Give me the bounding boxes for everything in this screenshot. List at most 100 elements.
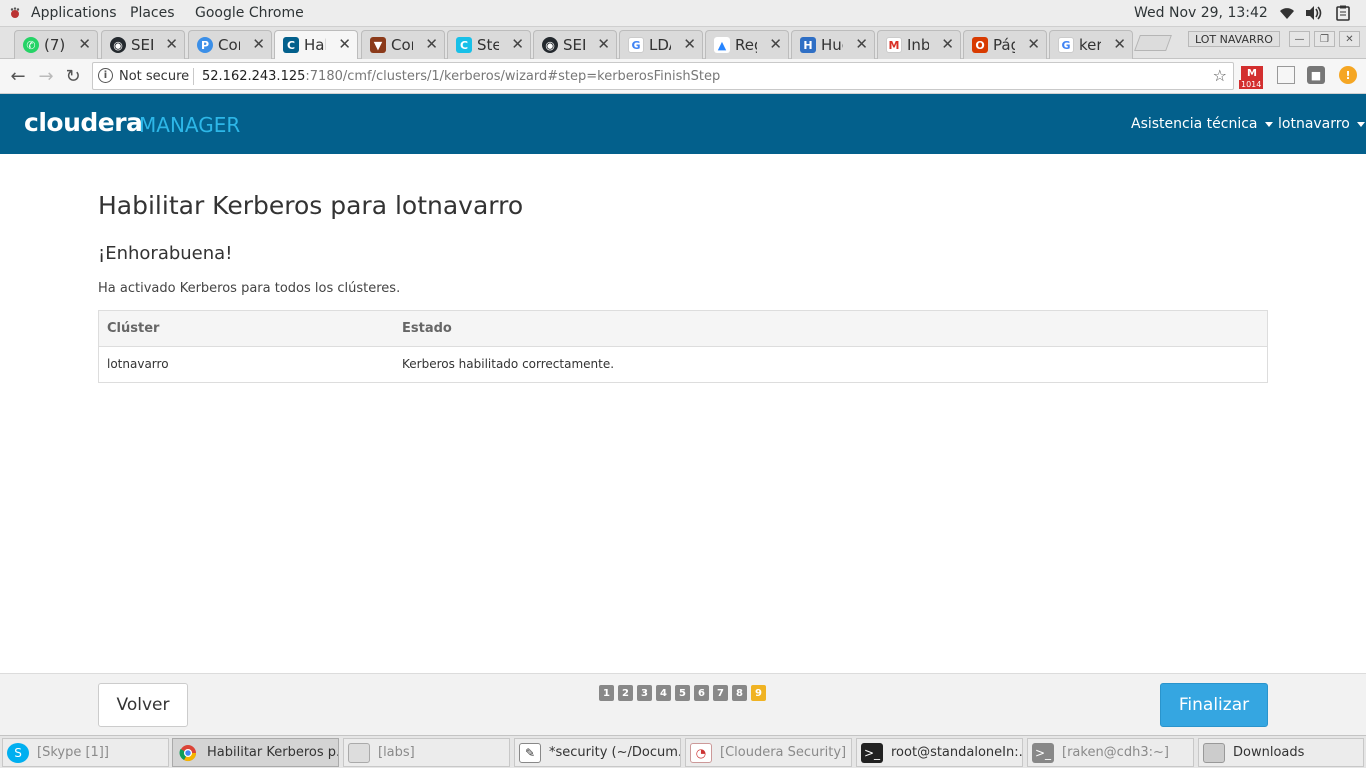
tab-github[interactable]: ◉ SEB ✕: [101, 30, 185, 59]
tab-lda[interactable]: G LDA ✕: [619, 30, 703, 59]
taskbar-item-text-editor[interactable]: ✎ *security (~/Docum...: [514, 738, 681, 767]
tab-github-2[interactable]: ◉ SEB ✕: [533, 30, 617, 59]
close-tab-icon[interactable]: ✕: [78, 35, 91, 53]
column-header-status: Estado: [402, 321, 452, 336]
tab-step[interactable]: C Step ✕: [447, 30, 531, 59]
tab-inbox[interactable]: M Inbo ✕: [877, 30, 961, 59]
status-cell: Kerberos habilitado correctamente.: [402, 357, 615, 371]
close-tab-icon[interactable]: ✕: [165, 35, 178, 53]
step-3[interactable]: 3: [637, 685, 652, 701]
browser-icon: P: [197, 37, 213, 53]
step-6[interactable]: 6: [694, 685, 709, 701]
close-tab-icon[interactable]: ✕: [1113, 35, 1126, 53]
address-bar[interactable]: i Not secure 52.162.243.125:7180/cmf/clu…: [92, 62, 1234, 90]
address-separator: [193, 68, 194, 85]
close-tab-icon[interactable]: ✕: [252, 35, 265, 53]
taskbar-item-cloudera-security[interactable]: ◔ [Cloudera Security]: [685, 738, 852, 767]
close-tab-icon[interactable]: ✕: [425, 35, 438, 53]
reload-icon[interactable]: ↻: [62, 65, 84, 87]
security-status[interactable]: Not secure: [119, 69, 189, 84]
window-icon: [348, 742, 370, 763]
extension-box-icon[interactable]: ■: [1307, 66, 1325, 84]
tab-hue[interactable]: H Hue ✕: [791, 30, 875, 59]
chevron-down-icon: [1356, 121, 1365, 127]
step-2[interactable]: 2: [618, 685, 633, 701]
taskbar-item-label: Habilitar Kerberos p...: [207, 745, 339, 760]
gnome-foot-icon: [9, 7, 21, 19]
user-menu[interactable]: lotnavarro: [1278, 116, 1365, 132]
tab-title: Pág: [993, 36, 1015, 54]
info-icon[interactable]: i: [98, 68, 113, 83]
close-tab-icon[interactable]: ✕: [855, 35, 868, 53]
profile-button[interactable]: LOT NAVARRO: [1188, 31, 1280, 47]
office-icon: O: [972, 37, 988, 53]
tab-pagina[interactable]: O Pág ✕: [963, 30, 1047, 59]
close-tab-icon[interactable]: ✕: [1027, 35, 1040, 53]
tab-reg[interactable]: ▲ Reg ✕: [705, 30, 789, 59]
close-tab-icon[interactable]: ✕: [941, 35, 954, 53]
wifi-icon[interactable]: [1277, 4, 1297, 22]
close-tab-icon[interactable]: ✕: [597, 35, 610, 53]
alert-icon[interactable]: !: [1339, 66, 1357, 84]
close-tab-icon[interactable]: ✕: [769, 35, 782, 53]
finish-button[interactable]: Finalizar: [1160, 683, 1268, 727]
taskbar-item-terminal-root[interactable]: >_ root@standaloneIn:...: [856, 738, 1023, 767]
taskbar-item-label: *security (~/Docum...: [549, 745, 681, 760]
brave-icon: ▼: [370, 37, 386, 53]
user-menu-label: lotnavarro: [1278, 116, 1350, 132]
back-button[interactable]: Volver: [98, 683, 188, 727]
back-arrow-icon[interactable]: ←: [7, 65, 29, 87]
gmail-notifier-icon[interactable]: M: [1241, 66, 1263, 80]
window-list-taskbar: S [Skype [1]] Habilitar Kerberos p... [l…: [0, 735, 1366, 768]
atlassian-icon: ▲: [714, 37, 730, 53]
step-7[interactable]: 7: [713, 685, 728, 701]
step-1[interactable]: 1: [599, 685, 614, 701]
url-path: :7180/cmf/clusters/1/kerberos/wizard#ste…: [305, 69, 721, 84]
column-header-cluster: Clúster: [107, 321, 160, 336]
maximize-window-icon[interactable]: ❐: [1314, 31, 1335, 47]
new-tab-button[interactable]: [1134, 35, 1172, 51]
tab-whatsapp[interactable]: ✆ (7) W ✕: [14, 30, 98, 59]
close-window-icon[interactable]: ✕: [1339, 31, 1360, 47]
step-5[interactable]: 5: [675, 685, 690, 701]
clock[interactable]: Wed Nov 29, 13:42: [1134, 5, 1268, 21]
google-chrome-menu[interactable]: Google Chrome: [195, 5, 304, 21]
bookmark-star-icon[interactable]: ☆: [1213, 66, 1227, 85]
manager-logo-text[interactable]: MANAGER: [139, 113, 240, 137]
minimize-window-icon[interactable]: —: [1289, 31, 1310, 47]
taskbar-item-downloads[interactable]: Downloads: [1198, 738, 1364, 767]
close-tab-icon[interactable]: ✕: [683, 35, 696, 53]
cloudera-logo[interactable]: cloudera: [24, 108, 143, 137]
tab-copy-icon[interactable]: [1277, 66, 1295, 84]
step-8[interactable]: 8: [732, 685, 747, 701]
terminal-icon: >_: [1032, 742, 1054, 763]
taskbar-item-labs[interactable]: [labs]: [343, 738, 510, 767]
notification-count-badge: 1014: [1239, 80, 1264, 89]
url-host: 52.162.243.125: [202, 69, 306, 84]
tab-title: Step: [477, 36, 499, 54]
applications-menu[interactable]: Applications: [31, 5, 117, 21]
gmail-icon: M: [886, 37, 902, 53]
clipboard-icon[interactable]: [1333, 4, 1353, 22]
cluster-name-cell: lotnavarro: [107, 357, 169, 371]
tab-con-2[interactable]: ▼ Con ✕: [361, 30, 445, 59]
close-tab-icon[interactable]: ✕: [511, 35, 524, 53]
wizard-footer: Volver 1 2 3 4 5 6 7 8 9 Finalizar: [0, 673, 1366, 735]
close-tab-icon[interactable]: ✕: [338, 35, 351, 53]
github-icon: ◉: [110, 37, 126, 53]
places-menu[interactable]: Places: [130, 5, 175, 21]
tab-kerb[interactable]: G kerb ✕: [1049, 30, 1133, 59]
taskbar-item-terminal-raken[interactable]: >_ [raken@cdh3:~]: [1027, 738, 1194, 767]
tab-con[interactable]: P Con ✕: [188, 30, 272, 59]
taskbar-item-label: [labs]: [378, 745, 415, 760]
step-4[interactable]: 4: [656, 685, 671, 701]
tab-habilitar-kerberos[interactable]: C Hab ✕: [274, 30, 358, 59]
taskbar-item-chrome[interactable]: Habilitar Kerberos p...: [172, 738, 339, 767]
taskbar-item-skype[interactable]: S [Skype [1]]: [2, 738, 169, 767]
forward-arrow-icon[interactable]: →: [35, 65, 57, 87]
volume-icon[interactable]: [1304, 4, 1324, 22]
url-text[interactable]: 52.162.243.125:7180/cmf/clusters/1/kerbe…: [202, 69, 720, 84]
step-9-current[interactable]: 9: [751, 685, 766, 701]
support-menu[interactable]: Asistencia técnica: [1131, 116, 1273, 132]
page-title: Habilitar Kerberos para lotnavarro: [98, 191, 524, 220]
